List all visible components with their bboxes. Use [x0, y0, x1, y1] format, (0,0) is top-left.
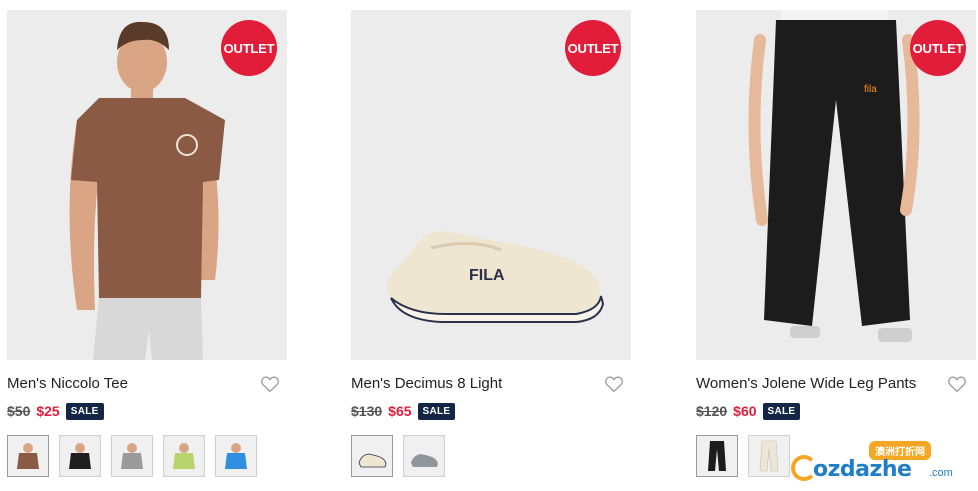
svg-text:fila: fila: [864, 84, 877, 95]
original-price: $120: [696, 403, 728, 419]
sale-badge: SALE: [65, 402, 104, 420]
product-card[interactable]: FILA OUTLET Men's Decimus 8 Light $130 $…: [351, 10, 633, 477]
swatch-black[interactable]: [696, 435, 738, 477]
product-title[interactable]: Men's Decimus 8 Light: [351, 373, 633, 395]
pants-icon: [708, 441, 726, 471]
svg-text:FILA: FILA: [469, 267, 505, 284]
heart-icon[interactable]: [946, 373, 968, 395]
sale-price: $60: [733, 403, 757, 419]
sale-price: $65: [388, 403, 412, 419]
watermark-domain: .com: [929, 467, 953, 479]
color-swatches: [7, 435, 289, 477]
heart-icon[interactable]: [259, 373, 281, 395]
sale-badge: SALE: [762, 402, 801, 420]
product-image[interactable]: fila OUTLET: [696, 10, 976, 360]
sneaker-icon: [358, 453, 387, 468]
sale-price: $25: [36, 403, 60, 419]
tee-icon: [173, 443, 195, 469]
product-title[interactable]: Men's Niccolo Tee: [7, 373, 289, 395]
original-price: $130: [351, 403, 383, 419]
product-title[interactable]: Women's Jolene Wide Leg Pants: [696, 373, 978, 395]
tee-icon: [121, 443, 143, 469]
swatch-black[interactable]: [59, 435, 101, 477]
tee-icon: [17, 443, 39, 469]
pants-icon: [759, 440, 779, 472]
outlet-badge: OUTLET: [221, 20, 277, 76]
sneaker-icon: [411, 454, 438, 467]
outlet-badge: OUTLET: [910, 20, 966, 76]
original-price: $50: [7, 403, 31, 419]
swatch-grey[interactable]: [111, 435, 153, 477]
product-image[interactable]: FILA OUTLET: [351, 10, 631, 360]
watermark-name: ozdazhe: [813, 457, 912, 482]
swatch-lime[interactable]: [163, 435, 205, 477]
heart-icon[interactable]: [603, 373, 625, 395]
sale-badge: SALE: [417, 402, 456, 420]
product-image[interactable]: OUTLET: [7, 10, 287, 360]
swatch-blue[interactable]: [215, 435, 257, 477]
tee-icon: [225, 443, 247, 469]
swatch-grey[interactable]: [403, 435, 445, 477]
watermark-logo: 澳洲打折网 ozdazhe .com: [791, 439, 976, 489]
color-swatches: [351, 435, 633, 477]
tee-icon: [69, 443, 91, 469]
outlet-badge: OUTLET: [565, 20, 621, 76]
swatch-cream[interactable]: [748, 435, 790, 477]
product-card[interactable]: OUTLET Men's Niccolo Tee $50 $25 SALE: [7, 10, 289, 477]
swatch-brown[interactable]: [7, 435, 49, 477]
swatch-cream[interactable]: [351, 435, 393, 477]
product-card[interactable]: fila OUTLET Women's Jolene Wide Leg Pant…: [696, 10, 978, 477]
